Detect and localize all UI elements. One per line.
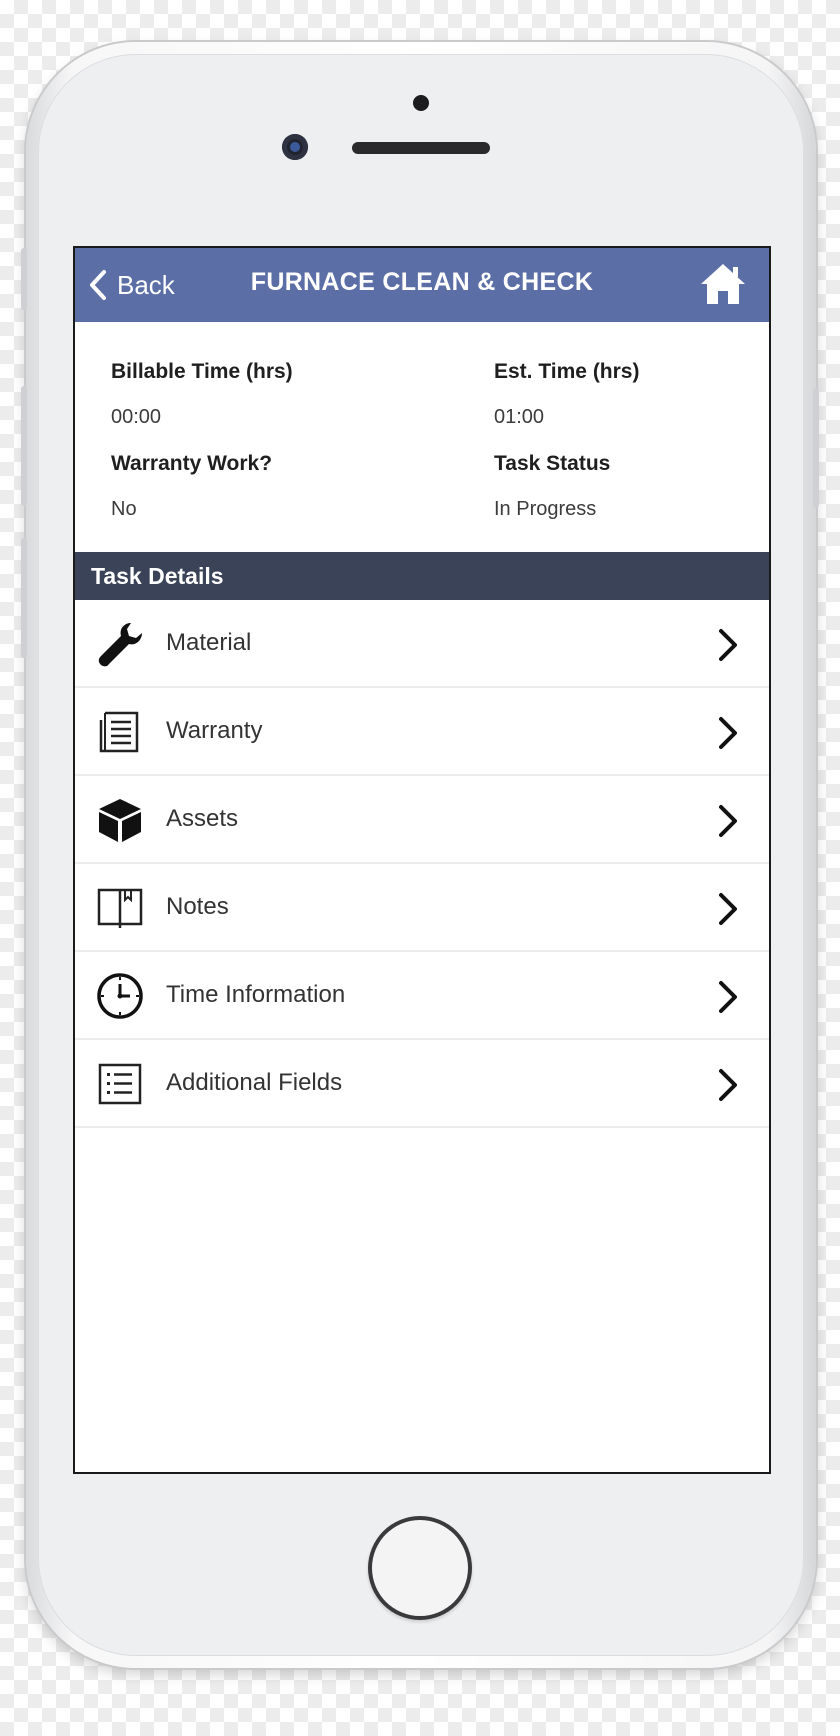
menu-item-label: Warranty	[166, 717, 263, 744]
navbar: Back FURNACE CLEAN & CHECK	[75, 248, 769, 322]
chevron-right-icon	[719, 1069, 737, 1101]
volume-down-button	[21, 538, 27, 658]
document-icon	[95, 708, 145, 756]
menu-item-label: Notes	[166, 893, 229, 920]
billable-time-label: Billable Time (hrs)	[111, 360, 293, 383]
mute-switch	[21, 248, 27, 310]
volume-up-button	[21, 386, 27, 506]
home-icon[interactable]	[699, 262, 747, 306]
list-icon	[95, 1060, 145, 1108]
menu-item-notes[interactable]: Notes	[75, 864, 769, 952]
clock-icon	[95, 972, 145, 1020]
menu-item-material[interactable]: Material	[75, 600, 769, 688]
power-button	[813, 388, 819, 508]
notebook-icon	[95, 884, 145, 932]
page-title: FURNACE CLEAN & CHECK	[250, 268, 594, 296]
menu-item-label: Additional Fields	[166, 1069, 343, 1096]
menu-item-warranty[interactable]: Warranty	[75, 688, 769, 776]
task-status-field: Task Status In Progress	[494, 452, 610, 521]
app-screen: Back FURNACE CLEAN & CHECK Billable Time…	[73, 246, 771, 1474]
menu-item-label: Time Information	[166, 981, 346, 1008]
est-time-label: Est. Time (hrs)	[494, 360, 640, 383]
chevron-right-icon	[719, 981, 737, 1013]
est-time-field: Est. Time (hrs) 01:00	[494, 360, 639, 429]
home-button[interactable]	[368, 1516, 472, 1620]
chevron-right-icon	[719, 629, 737, 661]
task-status-label: Task Status	[494, 452, 611, 475]
menu-item-label: Material	[166, 629, 252, 656]
menu-item-label: Assets	[166, 805, 239, 832]
wrench-icon	[95, 620, 145, 668]
task-summary: Billable Time (hrs) 00:00 Est. Time (hrs…	[75, 322, 769, 552]
billable-time-field: Billable Time (hrs) 00:00	[111, 360, 293, 429]
chevron-right-icon	[719, 805, 737, 837]
warranty-work-field: Warranty Work? No	[111, 452, 272, 521]
menu-item-time-information[interactable]: Time Information	[75, 952, 769, 1040]
chevron-right-icon	[719, 893, 737, 925]
cube-icon	[95, 796, 145, 844]
menu-item-additional-fields[interactable]: Additional Fields	[75, 1040, 769, 1128]
warranty-work-label: Warranty Work?	[111, 452, 273, 475]
front-camera	[282, 134, 308, 160]
chevron-right-icon	[719, 717, 737, 749]
warranty-work-value: No	[111, 498, 137, 520]
menu-item-assets[interactable]: Assets	[75, 776, 769, 864]
task-details-header: Task Details	[75, 552, 769, 600]
earpiece-speaker	[352, 142, 490, 154]
est-time-value: 01:00	[494, 406, 545, 428]
task-status-value: In Progress	[494, 498, 597, 520]
proximity-sensor	[413, 95, 429, 111]
task-details-list: Material Warranty Assets Notes Time Info…	[75, 600, 769, 1128]
billable-time-value: 00:00	[111, 406, 162, 428]
